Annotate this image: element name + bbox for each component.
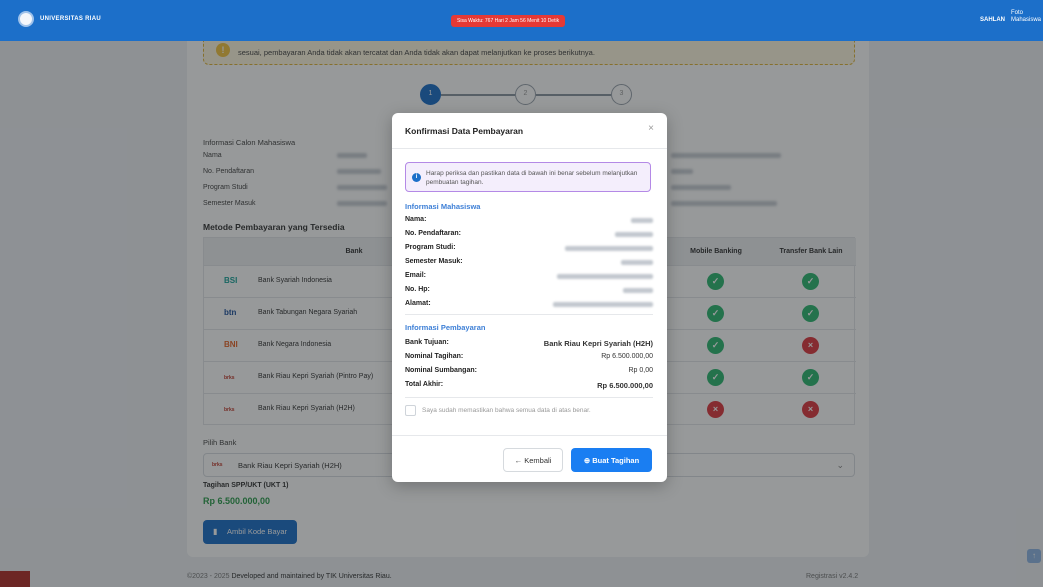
- redacted-value: [615, 232, 653, 237]
- payment-field-label: Total Akhir:: [405, 381, 444, 388]
- modal-footer: ← Kembali ⊕ Buat Tagihan: [392, 435, 667, 482]
- student-field-label: Program Studi:: [405, 244, 456, 251]
- student-field-label: No. Hp:: [405, 286, 430, 293]
- redacted-value: [553, 302, 653, 307]
- back-button[interactable]: ← Kembali: [503, 448, 563, 472]
- student-info-title: Informasi Mahasiswa: [405, 202, 481, 211]
- divider: [405, 314, 653, 315]
- brand-name: UNIVERSITAS RIAU: [40, 16, 102, 22]
- student-field-label: Email:: [405, 272, 427, 279]
- student-field-label: Nama:: [405, 216, 427, 223]
- student-field-label: Semester Masuk:: [405, 258, 463, 265]
- student-field-row: Alamat:: [405, 300, 653, 310]
- payment-info-title: Informasi Pembayaran: [405, 323, 486, 332]
- redacted-value: [557, 274, 653, 279]
- payment-field-value: Rp 6.500.000,00: [597, 381, 653, 390]
- info-icon: i: [412, 173, 421, 182]
- info-alert: i Harap periksa dan pastikan data di baw…: [405, 162, 651, 192]
- user-menu[interactable]: SAHLAN Foto Mahasiswa: [980, 10, 1043, 30]
- alert-text: Harap periksa dan pastikan data di bawah…: [426, 170, 638, 186]
- redacted-value: [623, 288, 653, 293]
- create-bill-button[interactable]: ⊕ Buat Tagihan: [571, 448, 652, 472]
- payment-field-value: Rp 6.500.000,00: [601, 353, 653, 360]
- user-name: SAHLAN: [980, 17, 1005, 23]
- modal-header: Konfirmasi Data Pembayaran ×: [392, 113, 667, 149]
- payment-field-row: Nominal Sumbangan: Rp 0,00: [405, 367, 653, 377]
- avatar[interactable]: Foto Mahasiswa: [1011, 10, 1043, 30]
- confirm-payment-modal: Konfirmasi Data Pembayaran × i Harap per…: [392, 113, 667, 482]
- student-field-row: No. Pendaftaran:: [405, 230, 653, 240]
- payment-field-label: Nominal Sumbangan:: [405, 367, 477, 374]
- student-field-label: No. Pendaftaran:: [405, 230, 462, 237]
- student-field-row: Program Studi:: [405, 244, 653, 254]
- divider: [405, 397, 653, 398]
- redacted-value: [565, 246, 653, 251]
- confirm-text: Saya sudah memastikan bahwa semua data d…: [422, 407, 591, 414]
- payment-field-row: Total Akhir: Rp 6.500.000,00: [405, 381, 653, 391]
- modal-title: Konfirmasi Data Pembayaran: [405, 126, 524, 136]
- brand[interactable]: UNIVERSITAS RIAU: [18, 11, 101, 27]
- student-field-row: Semester Masuk:: [405, 258, 653, 268]
- top-navbar: UNIVERSITAS RIAU Sisa Waktu: 767 Hari 2 …: [0, 0, 1043, 41]
- payment-field-value: Bank Riau Kepri Syariah (H2H): [543, 339, 653, 348]
- countdown-badge: Sisa Waktu: 767 Hari 2 Jam 56 Menit 10 D…: [451, 15, 566, 27]
- redacted-value: [621, 260, 653, 265]
- student-field-row: Email:: [405, 272, 653, 282]
- student-field-row: No. Hp:: [405, 286, 653, 296]
- close-icon[interactable]: ×: [648, 123, 654, 134]
- student-field-row: Nama:: [405, 216, 653, 226]
- payment-field-label: Bank Tujuan:: [405, 339, 449, 346]
- payment-field-row: Nominal Tagihan: Rp 6.500.000,00: [405, 353, 653, 363]
- university-logo-icon: [18, 11, 34, 27]
- payment-field-value: Rp 0,00: [628, 367, 653, 374]
- student-field-label: Alamat:: [405, 300, 431, 307]
- confirm-checkbox[interactable]: [405, 405, 416, 416]
- payment-field-label: Nominal Tagihan:: [405, 353, 464, 360]
- confirm-checkbox-row[interactable]: Saya sudah memastikan bahwa semua data d…: [405, 405, 591, 416]
- payment-field-row: Bank Tujuan: Bank Riau Kepri Syariah (H2H…: [405, 339, 653, 349]
- redacted-value: [631, 218, 653, 223]
